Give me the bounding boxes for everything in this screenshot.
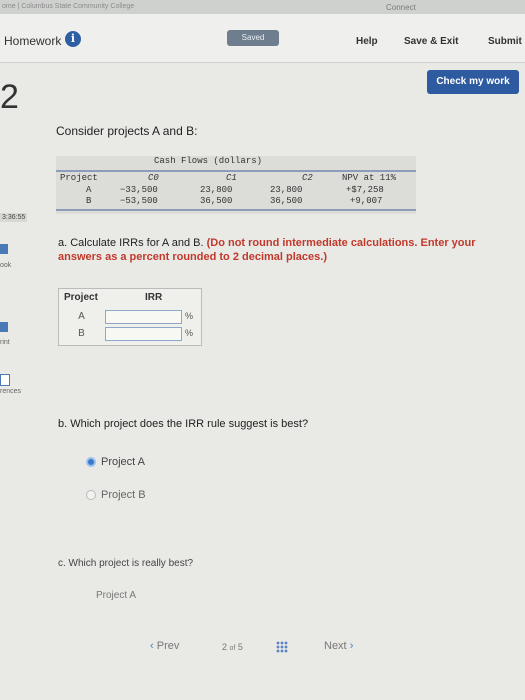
prev-label: Prev <box>156 640 180 652</box>
table-caption: Cash Flows (dollars) <box>154 156 263 166</box>
ebook-icon[interactable] <box>0 244 8 254</box>
part-a-question: a. Calculate IRRs for A and B. (Do not r… <box>58 236 508 264</box>
part-c-question: c. Which project is really best? <box>58 558 194 569</box>
next-label: Next <box>324 640 347 652</box>
page-indicator: 2 of 5 <box>222 642 243 652</box>
sidebar-item-references[interactable]: rences <box>0 388 21 395</box>
part-a-text: a. Calculate IRRs for A and B. <box>58 237 204 249</box>
table-cell: A <box>86 185 92 195</box>
chevron-right-icon: › <box>349 640 354 652</box>
radio-project-b[interactable] <box>86 490 96 500</box>
submit-button[interactable]: Submit <box>488 36 522 47</box>
page-title: Homework <box>4 34 62 48</box>
col-header: C1 <box>226 173 237 183</box>
irr-row-label: B <box>78 328 85 339</box>
irr-col-irr: IRR <box>145 292 163 303</box>
col-header: C2 <box>302 173 313 183</box>
table-cell: 23,800 <box>270 185 303 195</box>
next-button[interactable]: Next › <box>324 640 353 652</box>
question-number: 2 <box>0 78 19 116</box>
table-cell: −33,500 <box>120 185 158 195</box>
references-icon[interactable] <box>0 374 10 386</box>
table-cell: 23,800 <box>200 185 233 195</box>
col-header: NPV at 11% <box>342 173 397 183</box>
option-label[interactable]: Project A <box>101 456 145 468</box>
table-cell: +$7,258 <box>346 185 384 195</box>
table-cell: +9,007 <box>350 196 383 206</box>
assignment-header: Homework i Saved Help Save & Exit Submit <box>0 14 525 63</box>
print-icon[interactable] <box>0 322 8 332</box>
table-cell: 36,500 <box>200 196 233 206</box>
col-header: C0 <box>148 173 159 183</box>
browser-bar: ome | Columbus State Community College C… <box>0 0 525 14</box>
connect-label[interactable]: Connect <box>386 3 416 12</box>
prev-button[interactable]: ‹ Prev <box>150 640 179 652</box>
chevron-left-icon: ‹ <box>150 640 154 652</box>
problem-prompt: Consider projects A and B: <box>56 124 198 138</box>
sidebar-item-print[interactable]: rint <box>0 339 10 346</box>
percent-unit: % <box>185 311 194 321</box>
saved-indicator: Saved <box>227 30 279 46</box>
question-grid-icon[interactable] <box>276 641 288 653</box>
table-cell: 36,500 <box>270 196 303 206</box>
help-button[interactable]: Help <box>356 36 378 47</box>
radio-project-a[interactable] <box>86 457 96 467</box>
save-exit-button[interactable]: Save & Exit <box>404 36 458 47</box>
irr-input-a[interactable] <box>105 310 182 324</box>
percent-unit: % <box>185 328 194 338</box>
irr-col-project: Project <box>64 292 98 303</box>
irr-row-label: A <box>78 311 85 322</box>
cash-flow-table: Cash Flows (dollars) Project C0 C1 C2 NP… <box>56 156 416 214</box>
option-label[interactable]: Project B <box>101 489 146 501</box>
irr-table: Project IRR A % B % <box>58 288 202 346</box>
sidebar-item-ebook[interactable]: ook <box>0 262 11 269</box>
info-icon[interactable]: i <box>65 31 81 47</box>
timer: 3:36:55 <box>0 213 28 222</box>
col-header: Project <box>60 173 98 183</box>
part-b-question: b. Which project does the IRR rule sugge… <box>58 418 309 430</box>
irr-input-b[interactable] <box>105 327 182 341</box>
table-cell: B <box>86 196 92 206</box>
check-my-work-button[interactable]: Check my work <box>427 70 519 94</box>
table-cell: −53,500 <box>120 196 158 206</box>
part-c-answer-select[interactable]: Project A <box>96 590 136 601</box>
breadcrumb[interactable]: ome | Columbus State Community College <box>2 3 134 10</box>
